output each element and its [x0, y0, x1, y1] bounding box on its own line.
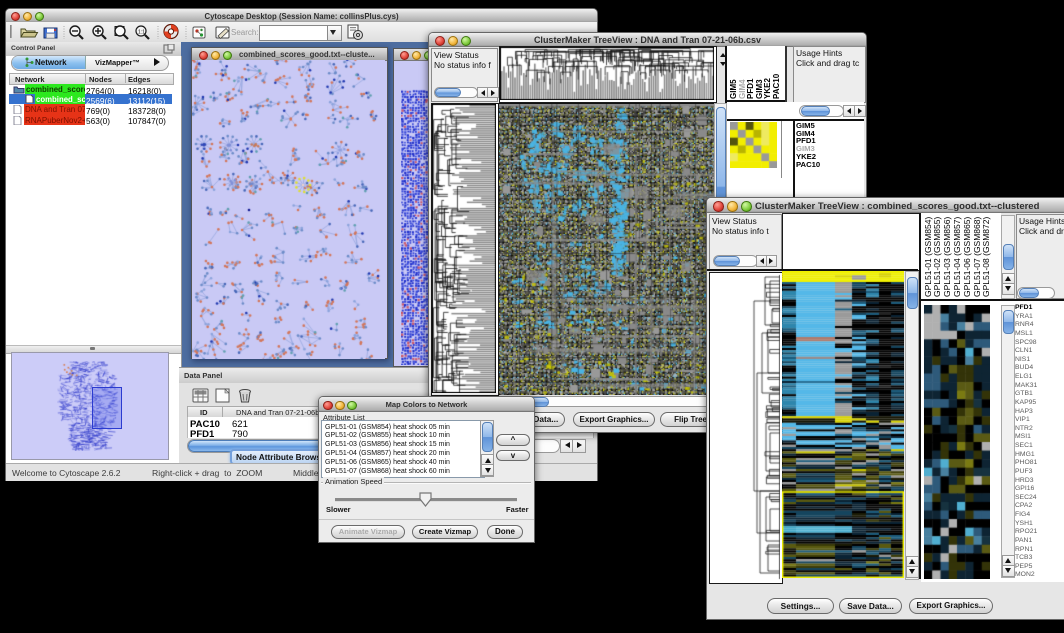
svg-text:1:1: 1:1	[138, 30, 145, 36]
